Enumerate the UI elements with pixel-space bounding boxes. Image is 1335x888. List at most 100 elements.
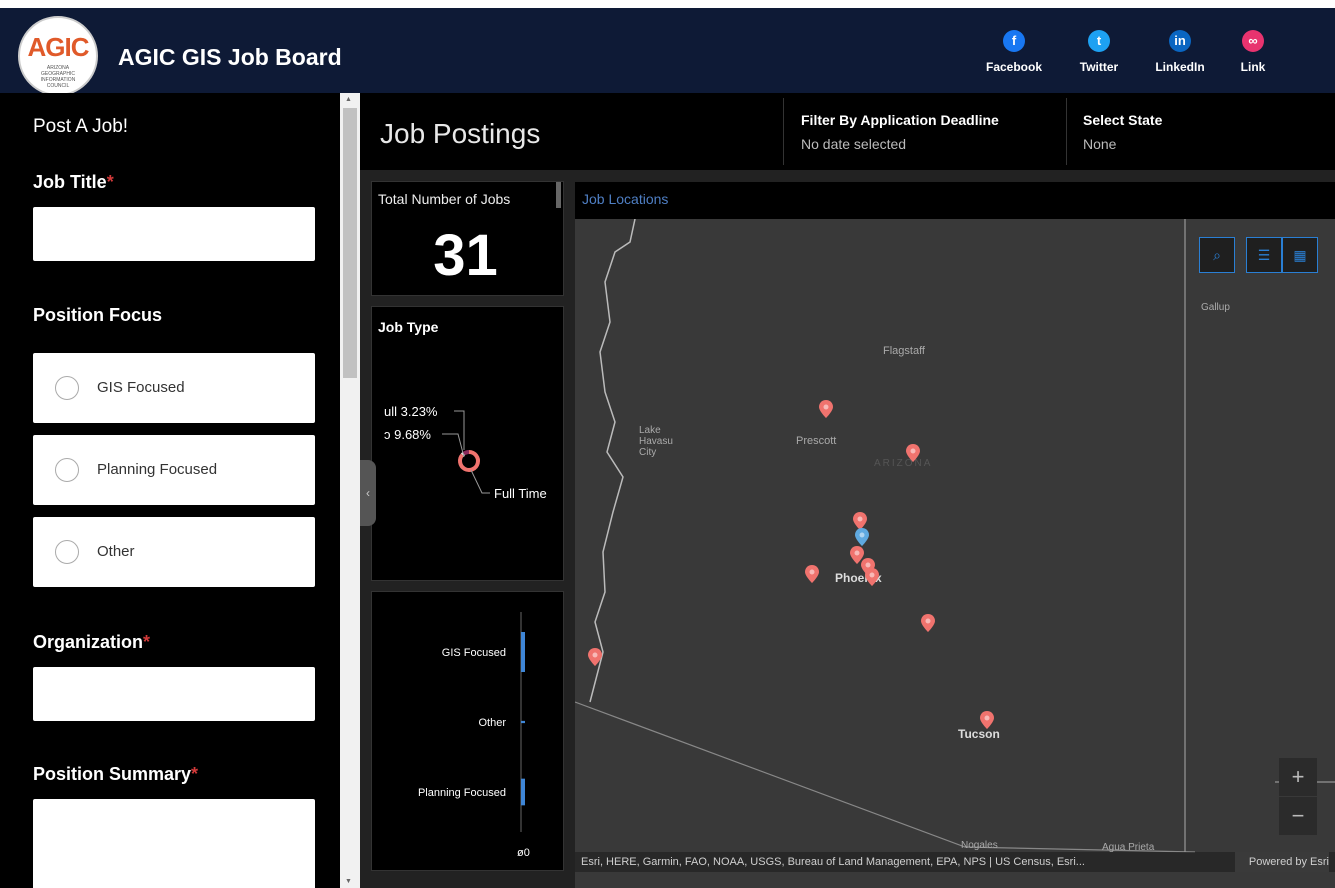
city-label: Lake Havasu City <box>639 425 673 458</box>
leader-line <box>442 433 465 458</box>
app-root: AGIC ARIZONA GEOGRAPHIC INFORMATION COUN… <box>0 0 1335 888</box>
slice-label: ɔ 9.68% <box>384 427 431 442</box>
facebook-label: Facebook <box>985 60 1042 74</box>
basemap-gallery-icon[interactable]: ▦ <box>1282 237 1318 273</box>
slice-label: Full Time <box>494 486 547 501</box>
focus-option-planning[interactable]: Planning Focused <box>33 435 315 505</box>
facebook-link[interactable]: f Facebook <box>978 30 1050 74</box>
focus-option-label: Planning Focused <box>97 461 218 478</box>
twitter-label: Twitter <box>1079 60 1119 74</box>
axis-tick-label: ø0 <box>517 847 530 859</box>
linkedin-link[interactable]: in LinkedIn <box>1144 30 1216 74</box>
job-location-pin[interactable] <box>805 565 819 588</box>
legend-icon[interactable]: ☰ <box>1246 237 1282 273</box>
bar-category-label: Planning Focused <box>418 787 506 799</box>
basemap <box>575 218 1335 853</box>
city-label: Flagstaff <box>883 345 925 357</box>
job-title-input[interactable] <box>33 207 315 261</box>
position-summary-label: Position Summary* <box>33 764 198 785</box>
total-jobs-label: Total Number of Jobs <box>378 191 511 207</box>
radio-icon[interactable] <box>55 540 79 564</box>
form-heading: Post A Job! <box>33 116 129 137</box>
powered-by-esri[interactable]: Powered by Esri <box>1234 852 1329 872</box>
focus-bar[interactable] <box>521 632 525 672</box>
facebook-icon: f <box>1003 30 1025 52</box>
donut-slice[interactable] <box>462 450 470 456</box>
total-jobs-value: 31 <box>433 223 498 288</box>
bar-category-label: GIS Focused <box>442 647 506 659</box>
focus-bar[interactable] <box>521 720 525 724</box>
collapse-panel-button[interactable]: ‹ <box>360 460 376 526</box>
focus-bar-chart: GIS Focused Other Planning Focused ø0 <box>418 612 530 859</box>
focus-bars: GIS Focused Other Planning Focused <box>418 632 525 806</box>
state-select-label[interactable]: Select State <box>1083 112 1162 128</box>
focus-option-other[interactable]: Other <box>33 517 315 587</box>
focus-option-label: GIS Focused <box>97 379 185 396</box>
job-locations-map[interactable]: Flagstaff Prescott Lake Havasu City Phoe… <box>575 182 1335 888</box>
logo-subtext: ARIZONA GEOGRAPHIC INFORMATION COUNCIL <box>40 65 76 89</box>
job-title-label: Job Title* <box>33 172 114 193</box>
focus-option-label: Other <box>97 543 135 560</box>
donut-slices <box>458 450 480 472</box>
position-summary-textarea[interactable] <box>33 799 315 888</box>
map-title: Job Locations <box>575 182 1335 219</box>
required-mark: * <box>106 172 114 192</box>
city-label: Prescott <box>796 435 837 447</box>
header-bar: AGIC ARIZONA GEOGRAPHIC INFORMATION COUN… <box>0 0 1335 96</box>
state-label: ARIZONA <box>874 458 933 469</box>
radio-icon[interactable] <box>55 458 79 482</box>
twitter-icon: t <box>1088 30 1110 52</box>
scrollbar-thumb[interactable] <box>343 108 357 378</box>
city-label: Gallup <box>1201 302 1230 313</box>
job-location-pin[interactable] <box>906 444 920 467</box>
state-border <box>589 218 636 703</box>
bar-category-label: Other <box>478 717 506 729</box>
job-type-card: Job Type ull 3.23% ɔ 9.68% Full Time <box>371 306 564 581</box>
job-location-pin[interactable] <box>588 648 602 671</box>
deadline-filter-value[interactable]: No date selected <box>801 136 906 152</box>
link-label: Link <box>1240 60 1266 74</box>
total-jobs-card: Total Number of Jobs 31 <box>371 181 564 296</box>
agic-logo[interactable]: AGIC ARIZONA GEOGRAPHIC INFORMATION COUN… <box>18 16 98 96</box>
post-job-form: Post A Job! Job Title* Position Focus GI… <box>0 93 340 888</box>
organization-label: Organization* <box>33 632 150 653</box>
link-icon: ∞ <box>1242 30 1264 52</box>
position-focus-label: Position Focus <box>33 305 163 325</box>
twitter-link[interactable]: t Twitter <box>1063 30 1135 74</box>
dashboard-header: Job Postings Filter By Application Deadl… <box>360 93 1335 170</box>
state-select-value[interactable]: None <box>1083 136 1116 152</box>
job-location-pin[interactable] <box>921 614 935 637</box>
attribution-text: Esri, HERE, Garmin, FAO, NOAA, USGS, Bur… <box>581 856 1085 868</box>
job-type-donut-chart: ull 3.23% ɔ 9.68% Full Time <box>384 404 547 501</box>
card-scrollbar[interactable] <box>556 182 561 208</box>
divider <box>1066 98 1067 165</box>
divider <box>783 98 784 165</box>
linkedin-label: LinkedIn <box>1155 60 1205 74</box>
radio-icon[interactable] <box>55 376 79 400</box>
form-scrollbar[interactable]: ▲ ▼ <box>340 93 360 888</box>
job-title-label-text: Job Title <box>33 172 107 192</box>
leader-line <box>454 410 465 450</box>
scroll-down-icon[interactable]: ▼ <box>345 878 352 885</box>
job-location-pin[interactable] <box>819 400 833 423</box>
zoom-in-button[interactable]: + <box>1279 758 1317 796</box>
required-mark: * <box>143 632 151 652</box>
dashboard-title: Job Postings <box>380 118 541 149</box>
search-icon[interactable]: ⌕ <box>1199 237 1235 273</box>
linkedin-icon: in <box>1169 30 1191 52</box>
scroll-up-icon[interactable]: ▲ <box>345 96 352 103</box>
job-location-pin[interactable] <box>865 568 879 591</box>
logo-text: AGIC <box>27 32 90 62</box>
zoom-out-button[interactable]: − <box>1279 797 1317 835</box>
slice-label: ull 3.23% <box>384 404 438 419</box>
city-label: Nogales <box>961 840 998 851</box>
map-attribution: Esri, HERE, Garmin, FAO, NOAA, USGS, Bur… <box>575 852 1335 872</box>
link-link[interactable]: ∞ Link <box>1217 30 1289 74</box>
focus-option-gis[interactable]: GIS Focused <box>33 353 315 423</box>
focus-bar[interactable] <box>521 778 525 806</box>
position-focus-chart: GIS Focused Other Planning Focused ø0 <box>371 591 564 871</box>
deadline-filter-label[interactable]: Filter By Application Deadline <box>801 112 999 128</box>
organization-label-text: Organization <box>33 632 144 652</box>
organization-input[interactable] <box>33 667 315 721</box>
job-location-pin[interactable] <box>980 711 994 734</box>
